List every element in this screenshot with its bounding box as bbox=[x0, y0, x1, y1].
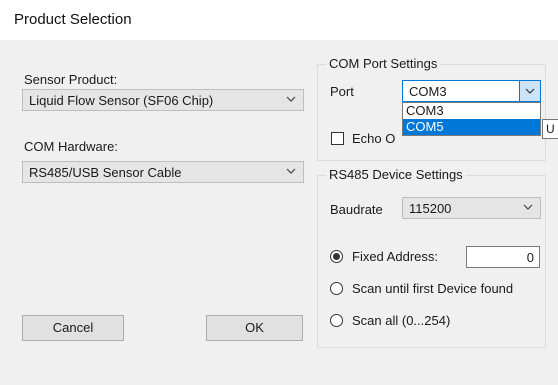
port-dropdown-list: COM3 COM5 bbox=[402, 102, 541, 136]
port-dropdown-arrow[interactable] bbox=[519, 81, 540, 101]
dialog-body: Sensor Product: Liquid Flow Sensor (SF06… bbox=[0, 40, 558, 385]
tooltip: U bbox=[542, 119, 558, 139]
com-port-settings-legend: COM Port Settings bbox=[326, 56, 441, 71]
baudrate-select[interactable]: 115200 bbox=[402, 197, 541, 219]
fixed-address-input[interactable]: 0 bbox=[466, 246, 540, 268]
port-value: COM3 bbox=[409, 84, 447, 99]
fixed-address-radio[interactable] bbox=[330, 250, 343, 263]
window-title: Product Selection bbox=[14, 11, 132, 28]
com-hardware-select[interactable]: RS485/USB Sensor Cable bbox=[22, 161, 304, 183]
chevron-down-icon bbox=[286, 168, 296, 174]
port-select[interactable]: COM3 bbox=[402, 80, 541, 102]
scan-all-radio[interactable] bbox=[330, 314, 343, 327]
chevron-down-icon bbox=[525, 88, 535, 94]
baudrate-label: Baudrate bbox=[330, 202, 383, 217]
ok-button[interactable]: OK bbox=[206, 315, 303, 341]
echo-label: Echo O bbox=[352, 131, 396, 146]
com-hardware-label: COM Hardware: bbox=[24, 139, 118, 154]
baudrate-value: 115200 bbox=[409, 201, 452, 216]
scan-first-label: Scan until first Device found bbox=[352, 281, 514, 296]
com-hardware-value: RS485/USB Sensor Cable bbox=[29, 165, 182, 180]
echo-checkbox[interactable] bbox=[331, 132, 344, 145]
port-label: Port bbox=[330, 84, 354, 99]
fixed-address-value: 0 bbox=[526, 250, 534, 265]
port-option-com3[interactable]: COM3 bbox=[403, 103, 540, 119]
title-bar: Product Selection bbox=[0, 0, 558, 40]
port-option-com5[interactable]: COM5 bbox=[403, 119, 540, 135]
sensor-product-value: Liquid Flow Sensor (SF06 Chip) bbox=[29, 93, 214, 108]
scan-all-label: Scan all (0...254) bbox=[352, 313, 451, 328]
fixed-address-label: Fixed Address: bbox=[352, 249, 438, 264]
rs485-settings-legend: RS485 Device Settings bbox=[326, 167, 466, 182]
sensor-product-label: Sensor Product: bbox=[24, 72, 118, 87]
scan-first-radio[interactable] bbox=[330, 282, 343, 295]
radio-selected-dot bbox=[333, 253, 340, 260]
sensor-product-select[interactable]: Liquid Flow Sensor (SF06 Chip) bbox=[22, 89, 304, 111]
chevron-down-icon bbox=[286, 96, 296, 102]
cancel-button[interactable]: Cancel bbox=[22, 315, 124, 341]
chevron-down-icon bbox=[523, 204, 533, 210]
